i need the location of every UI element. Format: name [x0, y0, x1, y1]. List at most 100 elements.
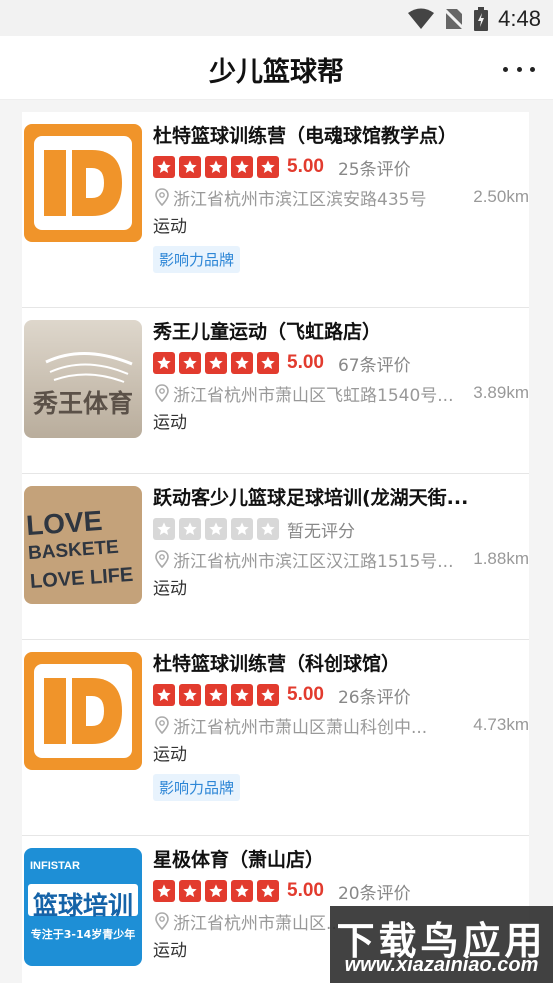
star-filled-icon — [179, 684, 201, 706]
brand-tag: 影响力品牌 — [153, 246, 241, 273]
listing-distance: 4.73km — [473, 715, 529, 734]
star-filled-icon — [231, 156, 253, 178]
listing-name: 跃动客少儿篮球足球培训(龙湖天街... — [153, 487, 469, 509]
listing-name: 星极体育（萧山店） — [153, 849, 325, 871]
star-filled-icon — [179, 156, 201, 178]
listing-thumbnail: 秀王体育 — [24, 320, 142, 438]
listing-name: 杜特篮球训练营（科创球馆） — [153, 653, 401, 675]
star-rating — [153, 684, 279, 706]
listing-thumbnail — [24, 652, 142, 770]
listing-address: 浙江省杭州市滨江区汉江路1515号... — [173, 551, 454, 572]
review-count: 20条评价 — [337, 883, 411, 904]
thumbnail-brand: INFISTAR — [30, 860, 80, 872]
listing-card[interactable]: 杜特篮球训练营（电魂球馆教学点） 5.00 25条评价 浙江省杭州市滨江区滨安路… — [22, 112, 529, 308]
page-title: 少儿篮球帮 — [209, 57, 344, 88]
star-filled-icon — [231, 352, 253, 374]
review-count: 67条评价 — [337, 355, 411, 376]
star-empty-icon — [231, 518, 253, 540]
star-empty-icon — [153, 518, 175, 540]
thumbnail-subtext: 专注于3-14岁青少年 — [30, 928, 136, 941]
more-dot-icon — [530, 66, 535, 72]
star-rating — [153, 518, 279, 540]
address-row: 浙江省杭州市萧山区飞虹路1540号... 3.89km — [153, 378, 529, 408]
star-rating — [153, 880, 279, 902]
no-rating-label: 暂无评分 — [287, 521, 355, 542]
more-options-button[interactable] — [503, 56, 535, 82]
star-filled-icon — [205, 880, 227, 902]
brand-tag: 影响力品牌 — [153, 774, 241, 801]
listing-card[interactable]: LOVE BASKETE LOVE LIFE 跃动客少儿篮球足球培训(龙湖天街.… — [22, 474, 529, 640]
more-dot-icon — [516, 66, 522, 72]
location-pin-icon — [155, 550, 169, 568]
listing-card[interactable]: 杜特篮球训练营（科创球馆） 5.00 26条评价 浙江省杭州市萧山区萧山科创中.… — [22, 640, 529, 836]
rating-score: 5.00 — [287, 156, 324, 177]
star-empty-icon — [179, 518, 201, 540]
watermark: 下载鸟应用 www.xiazainiao.com — [330, 906, 553, 983]
status-icons: 4:48 — [408, 6, 541, 32]
star-rating — [153, 352, 279, 374]
listing-category: 运动 — [153, 745, 187, 765]
star-empty-icon — [257, 518, 279, 540]
listing-name: 杜特篮球训练营（电魂球馆教学点） — [153, 125, 458, 147]
no-sim-icon — [444, 7, 465, 31]
star-filled-icon — [153, 352, 175, 374]
listing-category: 运动 — [153, 579, 187, 599]
rating-row: 5.00 26条评价 — [153, 680, 529, 710]
nav-bar: 少儿篮球帮 — [0, 36, 553, 100]
rating-row: 5.00 67条评价 — [153, 348, 529, 378]
star-filled-icon — [257, 880, 279, 902]
location-pin-icon — [155, 188, 169, 206]
listing-category: 运动 — [153, 413, 187, 433]
rating-row: 5.00 20条评价 — [153, 876, 529, 906]
star-filled-icon — [231, 684, 253, 706]
rating-row: 5.00 25条评价 — [153, 152, 529, 182]
wifi-icon — [408, 8, 435, 29]
location-pin-icon — [155, 912, 169, 930]
address-row: 浙江省杭州市萧山区萧山科创中... 4.73km — [153, 710, 529, 740]
thumbnail-text: 秀王体育 — [32, 389, 133, 418]
listing-address: 浙江省杭州市萧山区飞虹路1540号... — [173, 385, 454, 406]
address-row: 浙江省杭州市滨江区滨安路435号 2.50km — [153, 182, 529, 212]
listing-address: 浙江省杭州市萧山区萧山科创中... — [173, 717, 428, 738]
status-bar: 4:48 — [0, 0, 553, 36]
listing-category: 运动 — [153, 217, 187, 237]
listing-distance: 2.50km — [473, 187, 529, 206]
rating-score: 5.00 — [287, 880, 324, 901]
listing-thumbnail: LOVE BASKETE LOVE LIFE — [24, 486, 142, 604]
listing-thumbnail: INFISTAR 篮球培训 专注于3-14岁青少年 — [24, 848, 142, 966]
address-row: 浙江省杭州市滨江区汉江路1515号... 1.88km — [153, 544, 529, 574]
listing-list: 杜特篮球训练营（电魂球馆教学点） 5.00 25条评价 浙江省杭州市滨江区滨安路… — [22, 112, 529, 983]
listing-thumbnail — [24, 124, 142, 242]
star-filled-icon — [153, 880, 175, 902]
review-count: 25条评价 — [337, 159, 411, 180]
star-filled-icon — [257, 156, 279, 178]
watermark-url: www.xiazainiao.com — [344, 954, 539, 976]
rating-score: 5.00 — [287, 352, 324, 373]
location-pin-icon — [155, 716, 169, 734]
review-count: 26条评价 — [337, 687, 411, 708]
thumbnail-text: 篮球培训 — [32, 891, 133, 920]
star-filled-icon — [205, 684, 227, 706]
listing-name: 秀王儿童运动（飞虹路店） — [153, 321, 382, 343]
star-filled-icon — [179, 880, 201, 902]
star-filled-icon — [205, 156, 227, 178]
content-area[interactable]: 杜特篮球训练营（电魂球馆教学点） 5.00 25条评价 浙江省杭州市滨江区滨安路… — [0, 100, 553, 983]
star-filled-icon — [257, 684, 279, 706]
star-filled-icon — [153, 684, 175, 706]
rating-row: 暂无评分 — [153, 514, 529, 544]
star-rating — [153, 156, 279, 178]
star-empty-icon — [205, 518, 227, 540]
battery-charging-icon — [474, 7, 489, 31]
status-time: 4:48 — [498, 6, 541, 31]
listing-distance: 1.88km — [473, 549, 529, 568]
star-filled-icon — [231, 880, 253, 902]
listing-address: 浙江省杭州市滨江区滨安路435号 — [173, 189, 427, 210]
listing-card[interactable]: 秀王体育 秀王儿童运动（飞虹路店） 5.00 67条评价 浙江省杭州市萧山区飞虹… — [22, 308, 529, 474]
listing-distance: 3.89km — [473, 383, 529, 402]
more-dot-icon — [503, 66, 508, 72]
star-filled-icon — [257, 352, 279, 374]
star-filled-icon — [205, 352, 227, 374]
star-filled-icon — [179, 352, 201, 374]
star-filled-icon — [153, 156, 175, 178]
rating-score: 5.00 — [287, 684, 324, 705]
